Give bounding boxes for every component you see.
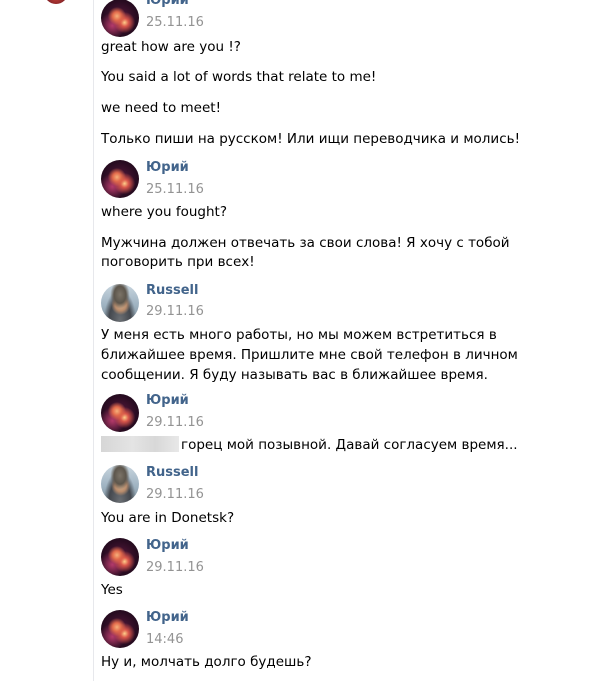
message-date[interactable]: 25.11.16 [146,182,204,197]
message-date[interactable]: 25.11.16 [146,15,204,30]
message-author[interactable]: Russell [146,283,198,298]
message-text: where you fought? [101,204,228,220]
message-date[interactable]: 29.11.16 [146,415,204,430]
yuri-avatar-icon[interactable] [101,0,139,37]
yuri-avatar-icon[interactable] [101,394,139,432]
message-text: сообщении. Я буду называть вас в ближайш… [101,367,488,383]
message-author[interactable]: Юрий [146,538,189,553]
yuri-avatar-icon[interactable] [101,610,139,648]
message-text: Yes [101,582,123,598]
message-text: Ну и, молчать долго будешь? [101,654,312,670]
redacted-block [101,436,179,452]
message-author[interactable]: Russell [146,465,198,480]
russell-avatar-icon[interactable] [101,465,139,503]
message-date[interactable]: 14:46 [146,632,183,647]
message-text: Только пиши на русском! Или ищи переводч… [101,131,520,147]
message-author[interactable]: Юрий [146,160,189,175]
message-text: Мужчина должен отвечать за свои слова! Я… [101,235,510,251]
message-text: we need to meet! [101,100,221,116]
yuri-avatar-icon[interactable] [101,160,139,198]
cropped-avatar-icon [44,0,68,4]
message-text: great how are you !? [101,39,241,55]
message-author[interactable]: Юрий [146,393,189,408]
message-text: горец мой позывной. Давай согласуем врем… [181,437,518,453]
message-text-row: горец мой позывной. Давай согласуем врем… [101,436,518,455]
message-text: поговорить при всех! [101,254,255,270]
message-date[interactable]: 29.11.16 [146,487,204,502]
message-text: У меня есть много работы, но мы можем вс… [101,327,497,343]
message-history: Юрий 25.11.16 great how are you !? You s… [0,0,600,681]
message-author[interactable]: Юрий [146,0,189,8]
message-text: ближайшее время. Пришлите мне свой телеф… [101,347,518,363]
message-author[interactable]: Юрий [146,610,189,625]
russell-avatar-icon[interactable] [101,284,139,322]
message-date[interactable]: 29.11.16 [146,304,204,319]
yuri-avatar-icon[interactable] [101,538,139,576]
message-date[interactable]: 29.11.16 [146,560,204,575]
message-text: You are in Donetsk? [101,510,235,526]
history-divider [93,0,94,681]
message-text: You said a lot of words that relate to m… [101,69,377,85]
